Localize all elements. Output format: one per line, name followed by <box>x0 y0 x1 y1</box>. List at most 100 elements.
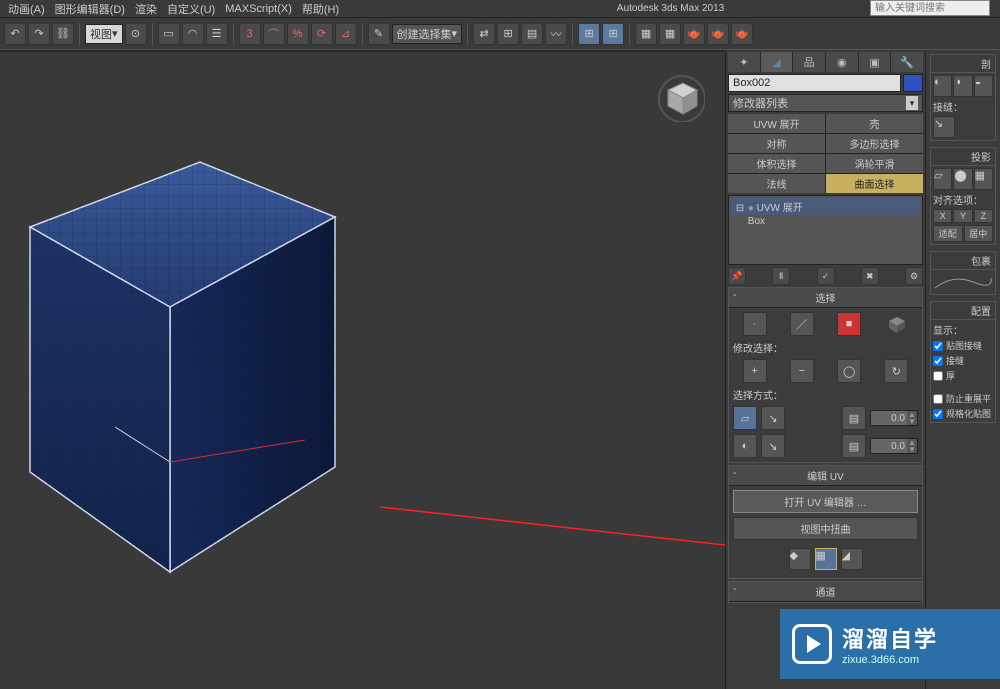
viewport[interactable] <box>0 50 725 689</box>
view-cube[interactable] <box>655 72 705 122</box>
named-sel-dropdown[interactable]: 创建选择集 ▾ <box>392 24 463 44</box>
object-color-swatch[interactable] <box>903 74 923 92</box>
select-button[interactable]: ▭ <box>158 23 180 45</box>
modifier-stack[interactable]: ⊟ ● UVW 展开 Box <box>728 195 923 265</box>
tab-display[interactable]: ▣ <box>859 52 891 72</box>
snap-angle[interactable]: ⌒ <box>263 23 285 45</box>
tab-create[interactable]: ✦ <box>728 52 760 72</box>
grow-selection[interactable]: + <box>743 359 767 383</box>
select-by-color[interactable]: ▤ <box>842 434 866 458</box>
center-button[interactable]: 居中 <box>964 225 994 242</box>
project-cyl[interactable]: ⬤ <box>953 168 972 190</box>
render-button[interactable]: 🫖 <box>683 23 705 45</box>
redo-button[interactable]: ↷ <box>28 23 50 45</box>
subobj-face[interactable]: ■ <box>837 312 861 336</box>
pin-stack-button[interactable]: 📌 <box>728 267 746 285</box>
select-by-name-button[interactable]: ☰ <box>206 23 228 45</box>
menu-graph-editors[interactable]: 图形编辑器(D) <box>51 0 129 18</box>
open-uv-editor-button[interactable]: 打开 UV 编辑器 … <box>733 490 918 513</box>
mod-normal[interactable]: 法线 <box>728 174 825 193</box>
snap-toggle[interactable]: 3 <box>239 23 261 45</box>
link-button[interactable]: ⛓ <box>52 23 74 45</box>
quick-planar-button[interactable]: ◆ <box>789 548 811 570</box>
mod-shell[interactable]: 壳 <box>826 114 923 133</box>
split-tool-3[interactable]: ◒ <box>974 75 993 97</box>
chk-seams[interactable]: 接缝 <box>933 354 993 367</box>
layers-button[interactable]: ▤ <box>521 23 543 45</box>
show-end-result-button[interactable]: Ⅱ <box>772 267 790 285</box>
shrink-selection[interactable]: − <box>790 359 814 383</box>
align-x-button[interactable]: X <box>933 209 952 223</box>
material-button[interactable]: ⊞ <box>602 23 624 45</box>
quick-peel-button[interactable]: ◢ <box>841 548 863 570</box>
snap-percent[interactable]: % <box>287 23 309 45</box>
select-threshold-spinner[interactable]: ▲▼ <box>870 410 918 426</box>
subobj-element[interactable] <box>884 312 908 336</box>
render-prod-button[interactable]: 🫖 <box>707 23 729 45</box>
undo-button[interactable]: ↶ <box>4 23 26 45</box>
select-by-element[interactable]: ↘ <box>761 434 785 458</box>
rollout-channel-header[interactable]: -通道 <box>729 582 922 602</box>
chk-prevent-reflatten[interactable]: 防止重展平 <box>933 392 993 405</box>
menu-maxscript[interactable]: MAXScript(X) <box>221 2 296 16</box>
select-by-sg[interactable]: ◐ <box>733 434 757 458</box>
menu-help[interactable]: 帮助(H) <box>298 0 343 18</box>
tab-modify[interactable]: ◢ <box>761 52 793 72</box>
mod-symmetry[interactable]: 对称 <box>728 134 825 153</box>
menu-customize[interactable]: 自定义(U) <box>163 0 219 18</box>
section-wrap-header[interactable]: 包裹 <box>931 252 995 270</box>
named-sel-button[interactable]: ✎ <box>368 23 390 45</box>
stack-uvw-unwrap[interactable]: ⊟ ● UVW 展开 <box>731 198 920 215</box>
align-z-button[interactable]: Z <box>974 209 993 223</box>
schematic-button[interactable]: ⊞ <box>578 23 600 45</box>
align-button[interactable]: ⊞ <box>497 23 519 45</box>
tab-hierarchy[interactable]: 品 <box>793 52 825 72</box>
mod-surfselect[interactable]: 曲面选择 <box>826 174 923 193</box>
seam-tool[interactable]: ↘ <box>933 116 955 138</box>
rollout-selection-header[interactable]: -选择 <box>729 288 922 308</box>
split-tool-2[interactable]: ◑ <box>953 75 972 97</box>
select-by-arrow[interactable]: ↘ <box>761 406 785 430</box>
mod-uvw-unwrap[interactable]: UVW 展开 <box>728 114 825 133</box>
mod-turbosmooth[interactable]: 涡轮平滑 <box>826 154 923 173</box>
modifier-list-dropdown[interactable]: 修改器列表▾ <box>728 94 923 112</box>
quick-box-button[interactable]: ▦ <box>815 548 837 570</box>
stack-box[interactable]: Box <box>731 215 920 228</box>
section-project-header[interactable]: 投影 <box>931 148 995 166</box>
subobj-vertex[interactable]: · <box>743 312 767 336</box>
configure-sets-button[interactable]: ⚙ <box>905 267 923 285</box>
select-by-planar[interactable]: ▱ <box>733 406 757 430</box>
curve-editor-button[interactable]: 〰 <box>545 23 567 45</box>
section-split-header[interactable]: 剖 <box>931 55 995 73</box>
object-name-input[interactable] <box>728 74 901 92</box>
snap-spinner[interactable]: ⟳ <box>311 23 333 45</box>
align-y-button[interactable]: Y <box>953 209 972 223</box>
select-value-spinner[interactable]: ▲▼ <box>870 438 918 454</box>
rollout-edit-uv-header[interactable]: -编辑 UV <box>729 466 922 486</box>
snap-edge[interactable]: ⊿ <box>335 23 357 45</box>
project-box[interactable]: ▦ <box>974 168 993 190</box>
menu-animation[interactable]: 动画(A) <box>4 0 49 18</box>
chk-map-seams[interactable]: 贴图接缝 <box>933 339 993 352</box>
remove-modifier-button[interactable]: ✖ <box>861 267 879 285</box>
project-planar[interactable]: ▱ <box>933 168 952 190</box>
mod-volselect[interactable]: 体积选择 <box>728 154 825 173</box>
tab-motion[interactable]: ◉ <box>826 52 858 72</box>
quick-render-button[interactable]: 🫖 <box>731 23 753 45</box>
section-config-header[interactable]: 配置 <box>931 302 995 320</box>
select-by-matid[interactable]: ▤ <box>842 406 866 430</box>
menu-rendering[interactable]: 渲染 <box>131 0 161 18</box>
mirror-button[interactable]: ⇄ <box>473 23 495 45</box>
use-pivot-button[interactable]: ⊙ <box>125 23 147 45</box>
chk-thick[interactable]: 厚 <box>933 369 993 382</box>
make-unique-button[interactable]: ✓ <box>817 267 835 285</box>
split-tool-1[interactable]: ◐ <box>933 75 952 97</box>
ring-selection[interactable]: ◯ <box>837 359 861 383</box>
rendered-frame-button[interactable]: ▦ <box>659 23 681 45</box>
tab-utilities[interactable]: 🔧 <box>891 52 923 72</box>
help-search-input[interactable] <box>870 0 990 16</box>
subobj-edge[interactable]: ／ <box>790 312 814 336</box>
lasso-button[interactable]: ◠ <box>182 23 204 45</box>
loop-selection[interactable]: ↻ <box>884 359 908 383</box>
chk-normalize-map[interactable]: 规格化贴图 <box>933 407 993 420</box>
